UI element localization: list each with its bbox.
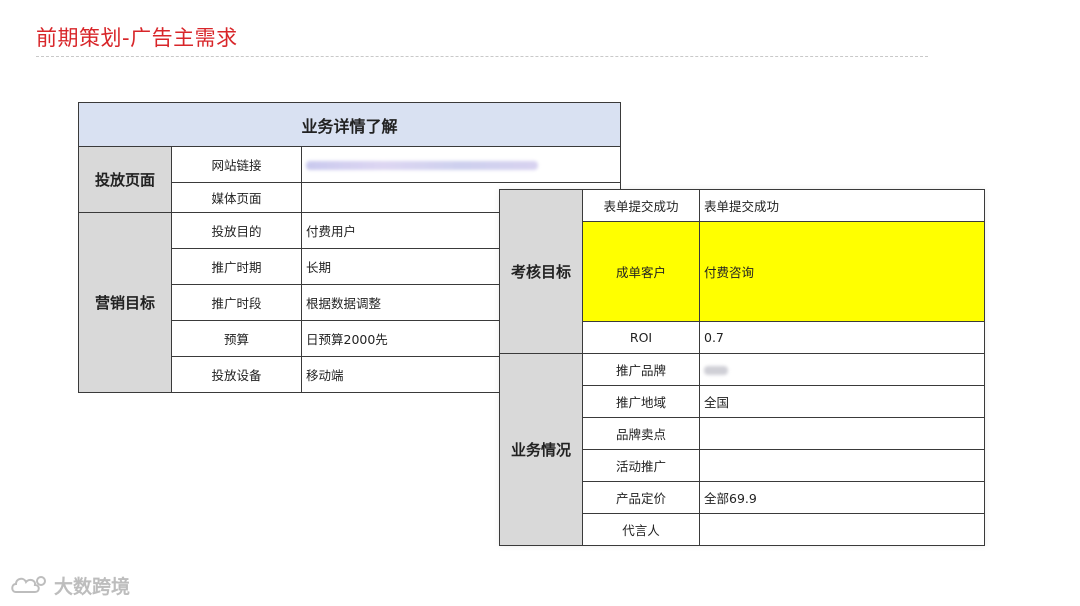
watermark: 大数跨境 <box>10 572 130 599</box>
title-divider <box>36 56 928 57</box>
category-cell: 营销目标 <box>78 212 172 393</box>
website-link-value <box>300 146 622 183</box>
row-label: 活动推广 <box>582 449 700 482</box>
redacted-link <box>306 161 538 170</box>
category-cell: 业务情况 <box>499 353 583 546</box>
row-value: 全国 <box>699 385 985 418</box>
row-label: 表单提交成功 <box>582 189 700 222</box>
row-value <box>699 449 985 482</box>
row-label: 网站链接 <box>171 146 302 183</box>
cloud-logo-icon <box>11 575 46 593</box>
row-label-highlighted: 成单客户 <box>582 221 700 322</box>
row-label: 产品定价 <box>582 481 700 514</box>
category-cell: 考核目标 <box>499 189 583 354</box>
row-label: 推广时段 <box>171 284 302 321</box>
row-label: 推广品牌 <box>582 353 700 386</box>
redacted-brand <box>704 366 728 375</box>
row-label: 投放设备 <box>171 356 302 393</box>
row-label: 预算 <box>171 320 302 357</box>
row-value <box>699 513 985 546</box>
row-label: 品牌卖点 <box>582 417 700 450</box>
page-title: 前期策划-广告主需求 <box>36 26 238 50</box>
row-label: 媒体页面 <box>171 182 302 213</box>
row-label: 投放目的 <box>171 212 302 249</box>
row-value: 表单提交成功 <box>699 189 985 222</box>
brand-value <box>699 353 985 386</box>
row-value: 0.7 <box>699 321 985 354</box>
row-value-highlighted: 付费咨询 <box>699 221 985 322</box>
table-header: 业务详情了解 <box>77 102 622 147</box>
row-label: 推广地域 <box>582 385 700 418</box>
row-label: ROI <box>582 321 700 354</box>
row-label: 推广时期 <box>171 248 302 285</box>
row-value <box>699 417 985 450</box>
row-label: 代言人 <box>582 513 700 546</box>
watermark-text: 大数跨境 <box>54 576 131 598</box>
category-cell: 投放页面 <box>78 146 172 213</box>
assessment-table: 考核目标 表单提交成功 表单提交成功 成单客户 付费咨询 ROI 0.7 业务情… <box>499 189 985 546</box>
row-value: 全部69.9 <box>699 481 985 514</box>
